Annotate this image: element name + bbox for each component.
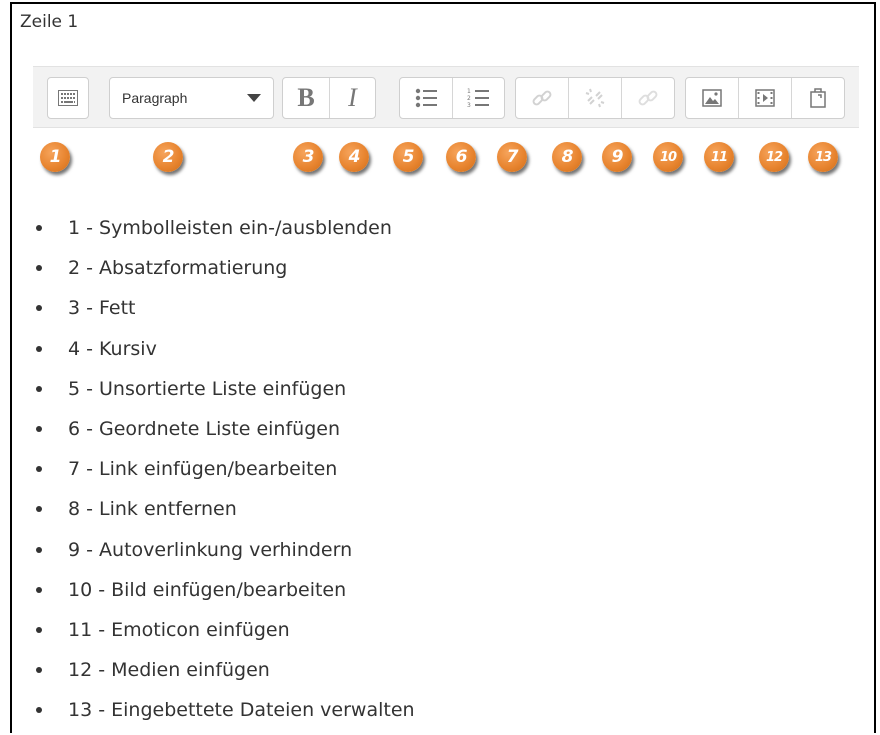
callout-badge: 11	[704, 142, 734, 172]
chevron-down-icon	[247, 94, 261, 102]
list-item: 13 - Eingebettete Dateien verwalten	[34, 692, 415, 732]
bold-button[interactable]: B	[283, 78, 329, 118]
media-icon	[755, 89, 775, 107]
media-button[interactable]	[738, 78, 790, 118]
list-item: 5 - Unsortierte Liste einfügen	[34, 371, 415, 411]
callout-badge: 7	[497, 142, 527, 172]
svg-text:1: 1	[467, 88, 471, 95]
toolbar-group-style: B I	[282, 77, 376, 119]
list-item: 8 - Link entfernen	[34, 491, 415, 531]
link-button[interactable]	[516, 78, 568, 118]
list-item: 7 - Link einfügen/bearbeiten	[34, 451, 415, 491]
callout-badge: 5	[393, 142, 423, 172]
callout-badge: 13	[808, 142, 838, 172]
svg-text:2: 2	[467, 95, 471, 102]
editor-toolbar: Paragraph B I 1 2 3	[33, 66, 859, 128]
toolbar-group-format: Paragraph	[109, 77, 274, 119]
toolbar-group-lists: 123	[399, 77, 505, 119]
italic-button[interactable]: I	[328, 78, 375, 118]
manage-files-button[interactable]	[790, 78, 844, 118]
list-item: 10 - Bild einfügen/bearbeiten	[34, 572, 415, 612]
callout-badge: 4	[339, 142, 369, 172]
ordered-list-button[interactable]: 123	[451, 78, 504, 118]
unordered-list-icon	[415, 88, 437, 108]
list-item: 9 - Autoverlinkung verhindern	[34, 532, 415, 572]
list-item: 1 - Symbolleisten ein-/ausblenden	[34, 210, 415, 250]
callout-badge: 1	[40, 142, 70, 172]
svg-text:3: 3	[467, 102, 471, 108]
link-icon	[532, 88, 552, 108]
prevent-autolink-icon	[638, 88, 658, 108]
ordered-list-icon: 123	[467, 88, 490, 108]
bold-icon: B	[297, 83, 315, 112]
manage-files-icon	[809, 88, 827, 108]
paragraph-format-value: Paragraph	[122, 90, 188, 106]
list-item: 6 - Geordnete Liste einfügen	[34, 411, 415, 451]
italic-icon: I	[348, 83, 357, 112]
callout-badge: 3	[293, 142, 323, 172]
callout-badge: 9	[602, 142, 632, 172]
list-item: 2 - Absatzformatierung	[34, 250, 415, 290]
prevent-autolink-button[interactable]	[620, 78, 674, 118]
toolbar-group-links	[515, 77, 675, 119]
list-item: 4 - Kursiv	[34, 331, 415, 371]
paragraph-format-select[interactable]: Paragraph	[110, 78, 273, 118]
callout-badge: 12	[759, 142, 789, 172]
toggle-toolbar-icon	[58, 90, 78, 106]
callout-badge: 6	[446, 142, 476, 172]
list-item: 12 - Medien einfügen	[34, 652, 415, 692]
callout-badge: 8	[552, 142, 582, 172]
unlink-icon	[584, 87, 606, 109]
image-icon	[702, 89, 722, 107]
toolbar-group-media	[685, 77, 845, 119]
row-heading: Zeile 1	[20, 12, 79, 32]
list-item: 3 - Fett	[34, 290, 415, 330]
callout-badge: 2	[153, 142, 183, 172]
toolbar-legend-list: 1 - Symbolleisten ein-/ausblenden 2 - Ab…	[34, 210, 415, 732]
list-item: 11 - Emoticon einfügen	[34, 612, 415, 652]
unlink-button[interactable]	[568, 78, 620, 118]
toggle-toolbar-button[interactable]	[48, 78, 88, 118]
toolbar-group-toggle	[47, 77, 89, 119]
unordered-list-button[interactable]	[400, 78, 452, 118]
callout-badge: 10	[653, 142, 683, 172]
image-button[interactable]	[686, 78, 738, 118]
